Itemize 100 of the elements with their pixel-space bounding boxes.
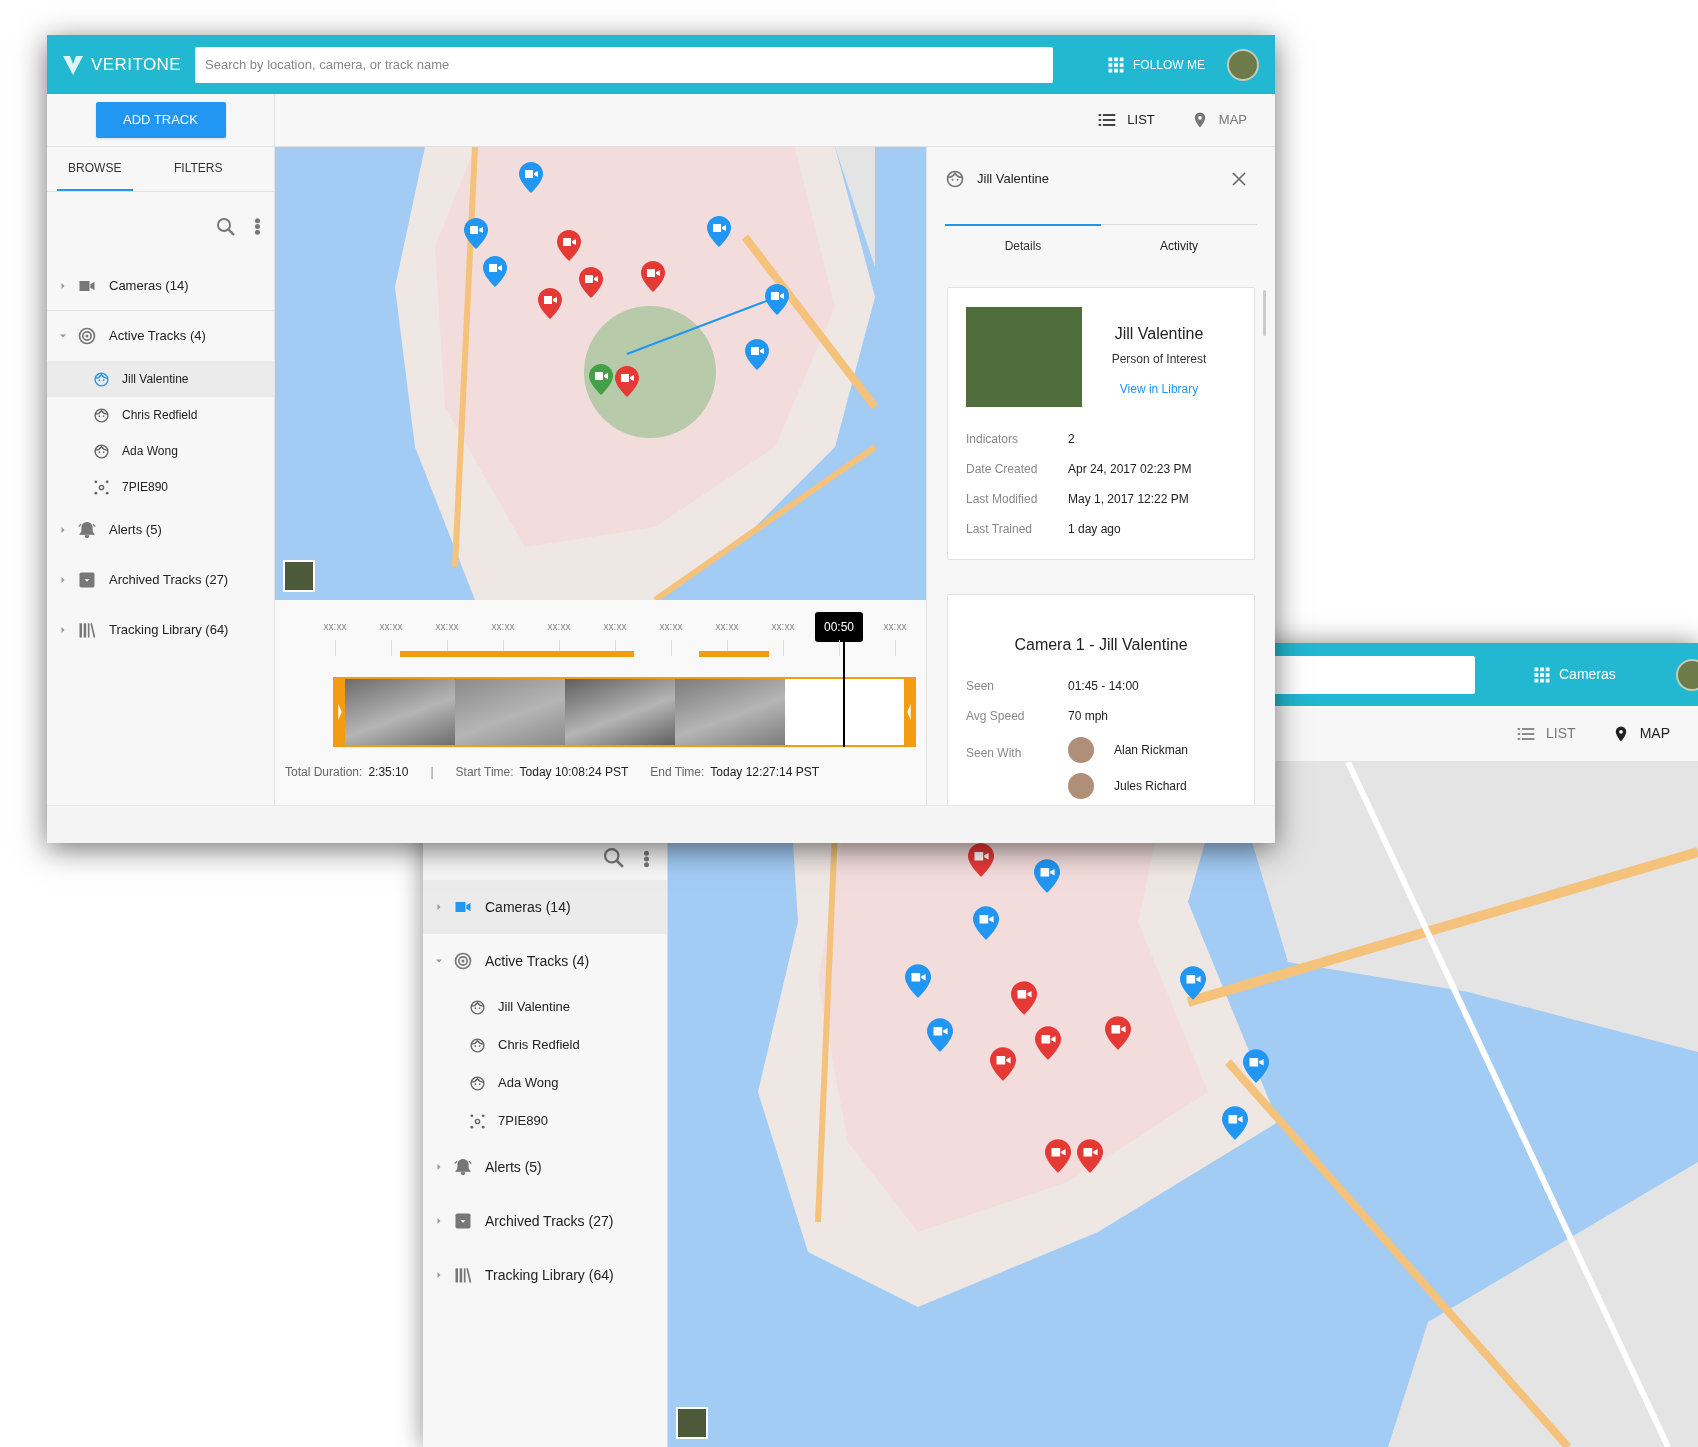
camera-pin-icon bbox=[1011, 980, 1037, 1015]
camera-pin-icon bbox=[483, 255, 507, 287]
face-icon bbox=[469, 1074, 486, 1092]
camera-pin-icon bbox=[765, 283, 789, 315]
footer-label: Total Duration: bbox=[285, 764, 363, 781]
list-view-button[interactable]: LIST bbox=[1097, 110, 1155, 130]
logo-text: VERITONE bbox=[91, 53, 181, 76]
profile-name: Jill Valentine bbox=[1114, 324, 1204, 344]
field-label: Last Trained bbox=[966, 521, 1034, 538]
books-icon bbox=[77, 620, 97, 640]
tree-item[interactable]: Jill Valentine bbox=[423, 988, 667, 1026]
field-value: Apr 24, 2017 02:23 PM bbox=[1068, 461, 1192, 478]
satellite-thumbnail[interactable] bbox=[676, 1407, 708, 1439]
tick-label: xx:xx bbox=[547, 620, 571, 634]
separator-text: | bbox=[430, 764, 434, 781]
tree-item[interactable]: Ada Wong bbox=[423, 1064, 667, 1102]
tree-item[interactable]: Active Tracks (4) bbox=[47, 311, 274, 361]
tree-item[interactable]: 7PIE890 bbox=[47, 469, 274, 505]
tick-label: xx:xx bbox=[323, 620, 347, 634]
tree-item[interactable]: Chris Redfield bbox=[47, 397, 274, 433]
tree-item[interactable]: Tracking Library (64) bbox=[423, 1248, 667, 1302]
camera-pin-icon bbox=[464, 217, 488, 249]
satellite-thumbnail[interactable] bbox=[283, 560, 315, 592]
panel-tab[interactable]: Details bbox=[945, 224, 1101, 265]
list-view-button[interactable]: LIST bbox=[1516, 723, 1576, 744]
person-name: Alan Rickman bbox=[1114, 742, 1189, 759]
tick-label: xx:xx bbox=[491, 620, 515, 634]
panel-title: Jill Valentine bbox=[977, 170, 1050, 189]
camera-pin-icon bbox=[1034, 858, 1060, 893]
tick-label: xx:xx bbox=[883, 620, 907, 634]
scroll-thumb bbox=[1263, 290, 1266, 336]
person-avatar bbox=[1068, 737, 1094, 763]
tree-item[interactable]: Cameras (14) bbox=[47, 261, 274, 311]
tree-item[interactable]: Active Tracks (4) bbox=[423, 934, 667, 988]
face-icon bbox=[469, 998, 486, 1016]
person-avatar bbox=[1068, 773, 1094, 799]
more-vertical-icon bbox=[255, 218, 260, 235]
face-icon bbox=[93, 442, 110, 460]
card-title: Camera 1 - Jill Valentine bbox=[1014, 635, 1188, 655]
camera-pin-icon bbox=[990, 1046, 1016, 1081]
camera-pin-icon bbox=[641, 260, 665, 292]
face-icon bbox=[945, 169, 965, 189]
field-label: Avg Speed bbox=[966, 708, 1026, 725]
user-avatar[interactable] bbox=[1675, 658, 1698, 691]
search-icon bbox=[604, 848, 624, 868]
sidebar-tab[interactable]: BROWSE bbox=[57, 147, 133, 191]
camera-pin-icon bbox=[968, 842, 994, 877]
tree-item[interactable]: Alerts (5) bbox=[423, 1140, 667, 1194]
search-field[interactable] bbox=[1275, 655, 1475, 694]
footer-value: Today 10:08:24 PST bbox=[519, 764, 629, 781]
user-avatar[interactable] bbox=[1227, 48, 1259, 81]
grid-icon bbox=[1107, 55, 1125, 74]
search-field[interactable]: Search by location, camera, or track name bbox=[195, 46, 1053, 83]
tree-item[interactable]: Archived Tracks (27) bbox=[423, 1194, 667, 1248]
field-value: 2 bbox=[1068, 431, 1075, 448]
tick-label: xx:xx bbox=[603, 620, 627, 634]
field-label: Date Created bbox=[966, 461, 1039, 478]
field-value: 01:45 - 14:00 bbox=[1068, 678, 1139, 695]
tree-item[interactable]: Tracking Library (64) bbox=[47, 605, 274, 655]
camera-pin-icon bbox=[1180, 965, 1206, 1000]
field-label: Seen bbox=[966, 678, 996, 695]
tree-item[interactable]: 7PIE890 bbox=[423, 1102, 667, 1140]
tree-item[interactable]: Alerts (5) bbox=[47, 505, 274, 555]
field-label: Last Modified bbox=[966, 491, 1039, 508]
camera-pin-icon bbox=[973, 905, 999, 940]
map-view-button[interactable]: MAP bbox=[1190, 110, 1247, 130]
archive-box-icon bbox=[77, 570, 97, 590]
field-value: 1 day ago bbox=[1068, 521, 1121, 538]
field-label: Indicators bbox=[966, 431, 1020, 448]
tree-item[interactable]: Jill Valentine bbox=[47, 361, 274, 397]
tick-label: xx:xx bbox=[435, 620, 459, 634]
map-view-button[interactable]: MAP bbox=[1611, 723, 1670, 744]
profile-role: Person of Interest bbox=[1111, 351, 1207, 368]
camera-pin-icon bbox=[579, 266, 603, 298]
footer-value: Today 12:27:14 PST bbox=[710, 764, 820, 781]
tree-item[interactable]: Ada Wong bbox=[47, 433, 274, 469]
scan-icon bbox=[93, 478, 110, 496]
archive-box-icon bbox=[453, 1211, 473, 1231]
camera-pin-icon bbox=[1222, 1105, 1248, 1140]
scan-icon bbox=[469, 1112, 486, 1130]
field-value: May 1, 2017 12:22 PM bbox=[1068, 491, 1189, 508]
target-icon bbox=[453, 951, 473, 971]
camera-pin-icon bbox=[1243, 1048, 1269, 1083]
playhead-time: 00:50 bbox=[815, 612, 863, 642]
footer-value: 2:35:10 bbox=[368, 764, 409, 781]
tree-item[interactable]: Chris Redfield bbox=[423, 1026, 667, 1064]
sidebar-tab[interactable]: FILTERS bbox=[160, 147, 236, 191]
camera-pin-icon bbox=[745, 338, 769, 370]
camera-pin-icon bbox=[707, 215, 731, 247]
tick-label: xx:xx bbox=[379, 620, 403, 634]
camera-pin-icon bbox=[927, 1017, 953, 1052]
target-icon bbox=[77, 326, 97, 346]
search-icon bbox=[217, 217, 235, 236]
tree-item[interactable]: Archived Tracks (27) bbox=[47, 555, 274, 605]
tree-item[interactable]: Cameras (14) bbox=[423, 880, 667, 934]
bell-icon bbox=[453, 1157, 473, 1177]
panel-tab[interactable]: Activity bbox=[1101, 224, 1257, 265]
close-icon bbox=[1231, 171, 1247, 187]
field-value: 70 mph bbox=[1068, 708, 1109, 725]
camera-pin-icon bbox=[1035, 1025, 1061, 1060]
